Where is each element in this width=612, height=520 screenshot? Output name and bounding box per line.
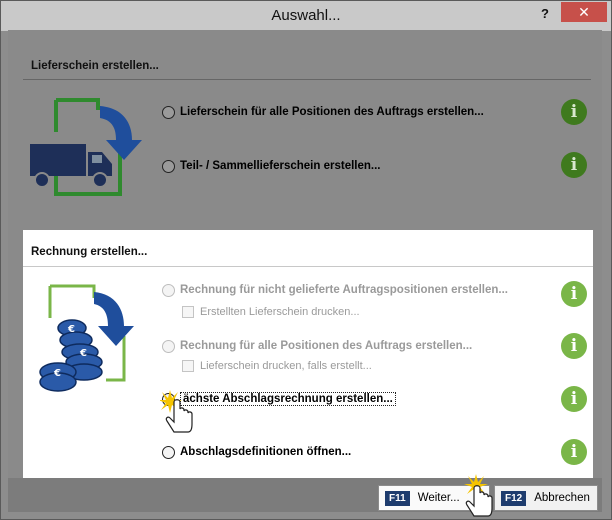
info-icon[interactable]: i <box>561 99 587 125</box>
radio-label: Rechnung für alle Positionen des Auftrag… <box>180 340 473 352</box>
radio-label: Abschlagsdefinitionen öffnen... <box>180 446 352 458</box>
radio-delivery-partial[interactable]: Teil- / Sammellieferschein erstellen... <box>162 157 380 175</box>
radio-label: Teil- / Sammellieferschein erstellen... <box>180 160 381 172</box>
checkbox-label: Lieferschein drucken, falls erstellt... <box>200 360 372 372</box>
radio-invoice-all[interactable]: Rechnung für alle Positionen des Auftrag… <box>162 337 472 355</box>
radio-open-installment-definitions[interactable]: Abschlagsdefinitionen öffnen... <box>162 443 351 461</box>
radio-button[interactable] <box>162 339 175 353</box>
info-icon[interactable]: i <box>561 386 587 412</box>
radio-label: Lieferschein für alle Positionen des Auf… <box>180 106 484 118</box>
hand-cursor-icon <box>160 390 193 433</box>
radio-invoice-undelivered[interactable]: Rechnung für nicht gelieferte Auftragspo… <box>162 281 508 299</box>
checkbox[interactable] <box>182 360 194 372</box>
invoice-section-title: Rechnung erstellen... <box>31 246 148 258</box>
delivery-section-title: Lieferschein erstellen... <box>31 60 159 72</box>
invoice-coins-icon: € € € <box>39 284 134 392</box>
invoice-divider <box>23 266 593 267</box>
close-button[interactable]: ✕ <box>561 2 607 22</box>
radio-delivery-all[interactable]: Lieferschein für alle Positionen des Auf… <box>162 103 484 121</box>
delivery-truck-icon <box>30 98 142 196</box>
info-icon[interactable]: i <box>561 439 587 465</box>
window-title: Auswahl... <box>271 7 341 24</box>
help-button[interactable]: ? <box>532 4 558 24</box>
delivery-divider <box>23 79 591 80</box>
info-icon[interactable]: i <box>561 333 587 359</box>
svg-text:€: € <box>67 324 75 335</box>
radio-label: ächste Abschlagsrechnung erstellen... <box>180 392 396 406</box>
checkbox-print-delivery[interactable]: Erstellten Lieferschein drucken... <box>182 304 360 320</box>
radio-button[interactable] <box>162 159 175 173</box>
svg-text:€: € <box>53 368 61 379</box>
shortcut-key: F12 <box>501 490 527 506</box>
hand-cursor-icon <box>464 474 493 517</box>
title-bar[interactable]: Auswahl... ? ✕ <box>1 1 611 31</box>
radio-next-installment[interactable]: ächste Abschlagsrechnung erstellen... <box>162 390 396 408</box>
radio-label: Rechnung für nicht gelieferte Auftragspo… <box>180 284 509 296</box>
checkbox-print-if-created[interactable]: Lieferschein drucken, falls erstellt... <box>182 358 372 374</box>
radio-button[interactable] <box>162 445 175 459</box>
svg-text:€: € <box>79 348 87 359</box>
radio-button[interactable] <box>162 283 175 297</box>
radio-button[interactable] <box>162 105 175 119</box>
info-icon[interactable]: i <box>561 281 587 307</box>
button-label: Weiter... <box>417 492 460 504</box>
button-label: Abbrechen <box>534 492 590 504</box>
shortcut-key: F11 <box>385 490 410 506</box>
info-icon[interactable]: i <box>561 152 587 178</box>
checkbox-label: Erstellten Lieferschein drucken... <box>200 306 360 318</box>
checkbox[interactable] <box>182 306 194 318</box>
cancel-button[interactable]: F12 Abbrechen <box>494 485 598 511</box>
